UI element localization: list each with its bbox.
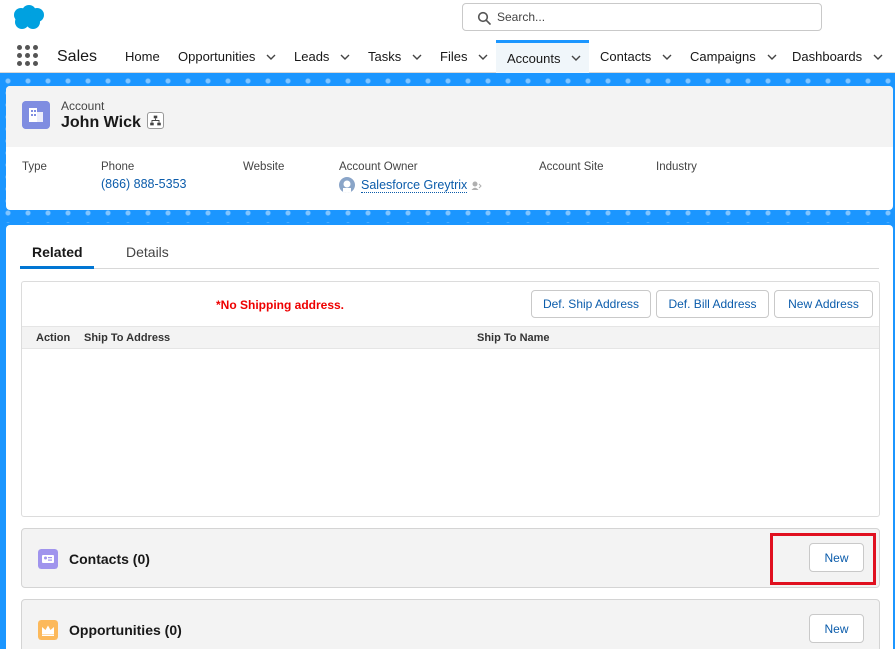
nav-item-label: Leads (294, 49, 330, 64)
field-industry: Industry (656, 161, 697, 177)
chevron-down-icon[interactable] (339, 51, 351, 63)
nav-item-opportunities[interactable]: Opportunities (178, 40, 277, 73)
opportunities-title[interactable]: Opportunities (0) (69, 622, 182, 638)
entity-label: Account (61, 99, 105, 113)
chevron-down-icon[interactable] (265, 51, 277, 63)
field-account-owner: Account Owner Salesforce Greytrix (339, 161, 482, 193)
nav-item-files[interactable]: Files (440, 40, 489, 73)
main-tabset-card: Related Details *No Shipping address. De… (6, 225, 893, 649)
app-name: Sales (57, 48, 98, 65)
field-label: Account Owner (339, 161, 418, 173)
chevron-down-icon[interactable] (766, 51, 778, 63)
avatar[interactable] (339, 177, 355, 193)
default-ship-address-button[interactable]: Def. Ship Address (531, 290, 651, 318)
nav-item-home[interactable]: Home (125, 40, 160, 73)
nav-item-label: Contacts (600, 49, 652, 64)
chevron-down-icon[interactable] (872, 51, 884, 63)
phone-link[interactable]: (866) 888-5353 (101, 177, 186, 191)
field-label: Industry (656, 161, 697, 173)
chevron-down-icon[interactable] (661, 51, 673, 63)
nav-item-label: Tasks (368, 49, 402, 64)
account-icon (22, 101, 50, 129)
global-header (0, 0, 895, 40)
new-address-button[interactable]: New Address (774, 290, 873, 318)
nav-item-label: Accounts (507, 50, 561, 66)
nav-item-label: Dashboards (792, 49, 863, 64)
crown-icon (38, 620, 58, 640)
record-highlights: Account John Wick Type Phone (866) 888-5… (6, 86, 893, 210)
nav-item-label: Campaigns (690, 49, 756, 64)
field-account-site: Account Site (539, 161, 604, 177)
owner-value: Salesforce Greytrix (339, 177, 482, 193)
nav-item-label: Opportunities (178, 49, 256, 64)
global-search[interactable] (462, 3, 822, 31)
default-bill-address-button[interactable]: Def. Bill Address (656, 290, 769, 318)
chevron-down-icon[interactable] (411, 51, 423, 63)
column-header-ship-to-address[interactable]: Ship To Address (84, 332, 170, 344)
tab-related[interactable]: Related (20, 244, 94, 269)
field-phone: Phone (866) 888-5353 (101, 161, 186, 191)
nav-item-dashboards[interactable]: Dashboards (792, 40, 884, 73)
nav-item-leads[interactable]: Leads (294, 40, 351, 73)
user-avatar-icon (339, 177, 355, 193)
record-tabs: Related Details (20, 244, 879, 269)
address-table-header: Action Ship To Address Ship To Name (22, 326, 879, 349)
nav-item-label: Home (125, 49, 160, 64)
change-owner-icon[interactable] (471, 180, 482, 191)
record-name: John Wick (61, 114, 141, 131)
shipping-address-list: *No Shipping address. Def. Ship Address … (21, 281, 880, 517)
nav-item-accounts[interactable]: Accounts (496, 40, 589, 73)
hierarchy-icon[interactable] (147, 112, 164, 129)
chevron-down-icon[interactable] (477, 51, 489, 63)
column-header-ship-to-name[interactable]: Ship To Name (477, 332, 550, 344)
nav-item-campaigns[interactable]: Campaigns (690, 40, 778, 73)
contacts-title[interactable]: Contacts (0) (69, 551, 150, 567)
field-label: Website (243, 161, 285, 173)
field-type: Type (22, 161, 47, 177)
app-nav-bar: Sales Home Opportunities Leads Tasks Fil… (0, 40, 895, 73)
contacts-related-list: Contacts (0) New (21, 528, 880, 588)
field-label: Account Site (539, 161, 604, 173)
nav-item-tasks[interactable]: Tasks (368, 40, 423, 73)
nav-item-contacts[interactable]: Contacts (600, 40, 673, 73)
salesforce-cloud-logo[interactable] (9, 4, 47, 31)
no-shipping-warning: *No Shipping address. (216, 298, 345, 312)
contact-card-icon (38, 549, 58, 569)
app-launcher-icon[interactable] (17, 45, 38, 66)
tab-details[interactable]: Details (126, 244, 169, 269)
column-header-action[interactable]: Action (36, 332, 70, 344)
opportunities-related-list: Opportunities (0) New (21, 599, 880, 649)
chevron-down-icon[interactable] (570, 52, 582, 64)
field-label: Type (22, 161, 47, 173)
nav-item-label: Files (440, 49, 468, 64)
field-website: Website (243, 161, 284, 177)
search-icon (477, 11, 491, 25)
opportunities-new-button[interactable]: New (809, 614, 864, 643)
search-input[interactable] (497, 7, 797, 27)
contacts-new-button[interactable]: New (809, 543, 864, 572)
account-owner-link[interactable]: Salesforce Greytrix (361, 178, 468, 193)
field-label: Phone (101, 161, 135, 173)
